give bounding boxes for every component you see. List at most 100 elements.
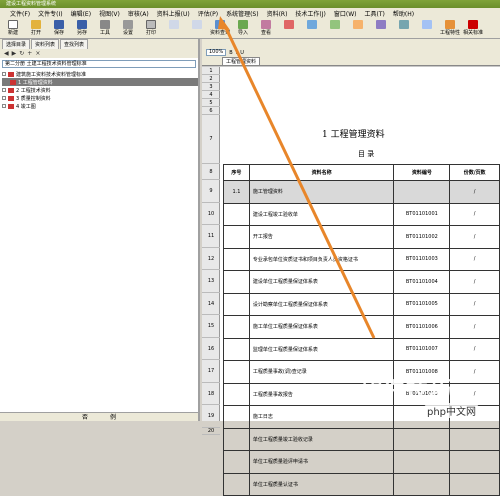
- expand-icon[interactable]: [2, 96, 6, 100]
- toolbar-button-8[interactable]: [186, 19, 208, 29]
- menu-audit[interactable]: 审核(A): [126, 9, 151, 18]
- table-row[interactable]: 开工报告 BT01101002/: [223, 225, 500, 249]
- footer-label-0[interactable]: 否: [82, 413, 88, 421]
- row-number[interactable]: 9: [202, 180, 220, 203]
- cell-code[interactable]: BT01101005: [393, 292, 451, 316]
- cell-name[interactable]: 施工管理资料: [248, 180, 395, 204]
- cell-name[interactable]: 开工报告: [248, 225, 395, 249]
- toolbar-button-15[interactable]: [347, 19, 369, 29]
- toolbar-saveas-button[interactable]: 另存: [71, 19, 93, 36]
- row-number[interactable]: 13: [202, 270, 220, 293]
- menu-upload[interactable]: 资料上报(U): [155, 9, 192, 18]
- cell-code[interactable]: BT01101003: [393, 247, 451, 271]
- cell-index[interactable]: [223, 270, 250, 294]
- cell-pages[interactable]: /: [449, 225, 500, 249]
- cell-name[interactable]: 施工单位工程质量保证体系表: [248, 315, 395, 339]
- toolbar-button-18[interactable]: [416, 19, 438, 29]
- menu-file-special[interactable]: 文件专(I): [36, 9, 64, 18]
- cell-pages[interactable]: /: [449, 337, 500, 361]
- tree-item-3[interactable]: 3 质量控制资料: [2, 94, 198, 102]
- toolbar-button-17[interactable]: [393, 19, 415, 29]
- footer-label-1[interactable]: 例: [110, 413, 116, 421]
- table-row[interactable]: 建设工程竣工验收单 BT01101001/: [223, 202, 500, 226]
- volume-select[interactable]: 第二分册 土建工程技术资料管理标准: [2, 60, 196, 68]
- cell-index[interactable]: [223, 472, 250, 496]
- tab-sheet[interactable]: 工程管理资料: [222, 56, 261, 66]
- cell-code[interactable]: BT01101004: [393, 270, 451, 294]
- row-number[interactable]: 5: [202, 99, 220, 107]
- cell-index[interactable]: [223, 382, 250, 406]
- toolbar-tools-button[interactable]: 工具: [94, 19, 116, 36]
- row-number[interactable]: 18: [202, 383, 220, 405]
- tree-item-0[interactable]: 建筑施工资料技术资料管理标准: [2, 70, 198, 78]
- menu-help[interactable]: 帮助(H): [391, 9, 416, 18]
- cell-index[interactable]: [223, 360, 250, 384]
- menu-tech[interactable]: 技术工作(J): [293, 9, 327, 18]
- cell-name[interactable]: 建设工程竣工验收单: [248, 202, 395, 226]
- toolbar-button-14[interactable]: [324, 19, 346, 29]
- forward-arrow-icon[interactable]: ▶: [12, 50, 17, 57]
- refresh-icon[interactable]: ↻: [19, 50, 24, 57]
- italic-icon[interactable]: I: [236, 50, 237, 56]
- menu-window[interactable]: 窗口(W): [332, 9, 359, 18]
- tree-item-1[interactable]: 1 工程管理资料: [2, 78, 198, 86]
- table-row[interactable]: 单位工程质量认证书: [223, 472, 500, 496]
- row-number[interactable]: 16: [202, 338, 220, 360]
- cell-pages[interactable]: /: [449, 247, 500, 271]
- cell-pages[interactable]: /: [449, 315, 500, 339]
- cell-code[interactable]: BT01101002: [393, 225, 451, 249]
- row-number[interactable]: 14: [202, 293, 220, 315]
- cell-code[interactable]: BT01101006: [393, 315, 451, 339]
- toolbar-button-16[interactable]: [370, 19, 392, 29]
- table-row[interactable]: 施工单位工程质量保证体系表 BT01101006/: [223, 315, 500, 339]
- row-number[interactable]: 3: [202, 83, 220, 91]
- toolbar-import-button[interactable]: 导入: [232, 19, 254, 36]
- add-icon[interactable]: +: [27, 50, 32, 57]
- cell-name[interactable]: 单位工程质量验评申请书: [248, 450, 395, 474]
- row-number[interactable]: 6: [202, 107, 220, 115]
- cell-pages[interactable]: /: [449, 270, 500, 294]
- menu-edit[interactable]: 编辑(E): [69, 9, 93, 18]
- expand-icon[interactable]: [2, 104, 6, 108]
- cell-pages[interactable]: /: [449, 202, 500, 226]
- table-row[interactable]: 设计勘察单位工程质量保证体系表 BT01101005/: [223, 292, 500, 316]
- cell-index[interactable]: [223, 427, 250, 451]
- tab-data-list[interactable]: 资料列表: [31, 39, 60, 49]
- row-number[interactable]: 12: [202, 248, 220, 270]
- cell-index[interactable]: [223, 292, 250, 316]
- cell-pages[interactable]: /: [449, 180, 500, 204]
- cell-name[interactable]: 建设单位工程质量保证体系表: [248, 270, 395, 294]
- toolbar-new-button[interactable]: 新建: [2, 19, 24, 36]
- row-number[interactable]: 20: [202, 428, 220, 435]
- table-row[interactable]: 单位工程质量竣工验收记录: [223, 427, 500, 451]
- toolbar-print-button[interactable]: 打印: [140, 19, 162, 36]
- cell-code[interactable]: BT01101007: [393, 337, 451, 361]
- menu-view[interactable]: 视图(V): [97, 9, 122, 18]
- cell-index[interactable]: [223, 405, 250, 429]
- toolbar-button-7[interactable]: [163, 19, 185, 29]
- row-number[interactable]: 10: [202, 203, 220, 225]
- cell-index[interactable]: [223, 202, 250, 226]
- tree-item-4[interactable]: 4 竣工图: [2, 102, 198, 110]
- row-number[interactable]: 11: [202, 225, 220, 248]
- cell-pages[interactable]: [449, 427, 500, 451]
- toolbar-view-button[interactable]: 查看: [255, 19, 277, 36]
- cell-code[interactable]: [393, 450, 451, 474]
- cell-code[interactable]: [393, 427, 451, 451]
- row-number[interactable]: 17: [202, 360, 220, 383]
- zoom-select[interactable]: 100%: [206, 49, 227, 56]
- toolbar-open-button[interactable]: 打开: [25, 19, 47, 36]
- row-number[interactable]: 7: [202, 115, 220, 164]
- menu-tools[interactable]: 工具(T): [363, 9, 387, 18]
- table-row[interactable]: 监理单位工程质量保证体系表 BT01101007/: [223, 337, 500, 361]
- row-number[interactable]: 8: [202, 164, 220, 180]
- row-number[interactable]: 4: [202, 91, 220, 99]
- cell-index[interactable]: 1.1: [223, 180, 250, 204]
- toolbar-features-button[interactable]: 工程特性: [439, 19, 461, 36]
- cell-name[interactable]: 设计勘察单位工程质量保证体系表: [248, 292, 395, 316]
- toolbar-button-12[interactable]: [278, 19, 300, 29]
- tab-select-directory[interactable]: 选择目录: [2, 39, 31, 49]
- tree-item-2[interactable]: 2 工程技术资料: [2, 86, 198, 94]
- toolbar-button-13[interactable]: [301, 19, 323, 29]
- cell-code[interactable]: BT01101001: [393, 202, 451, 226]
